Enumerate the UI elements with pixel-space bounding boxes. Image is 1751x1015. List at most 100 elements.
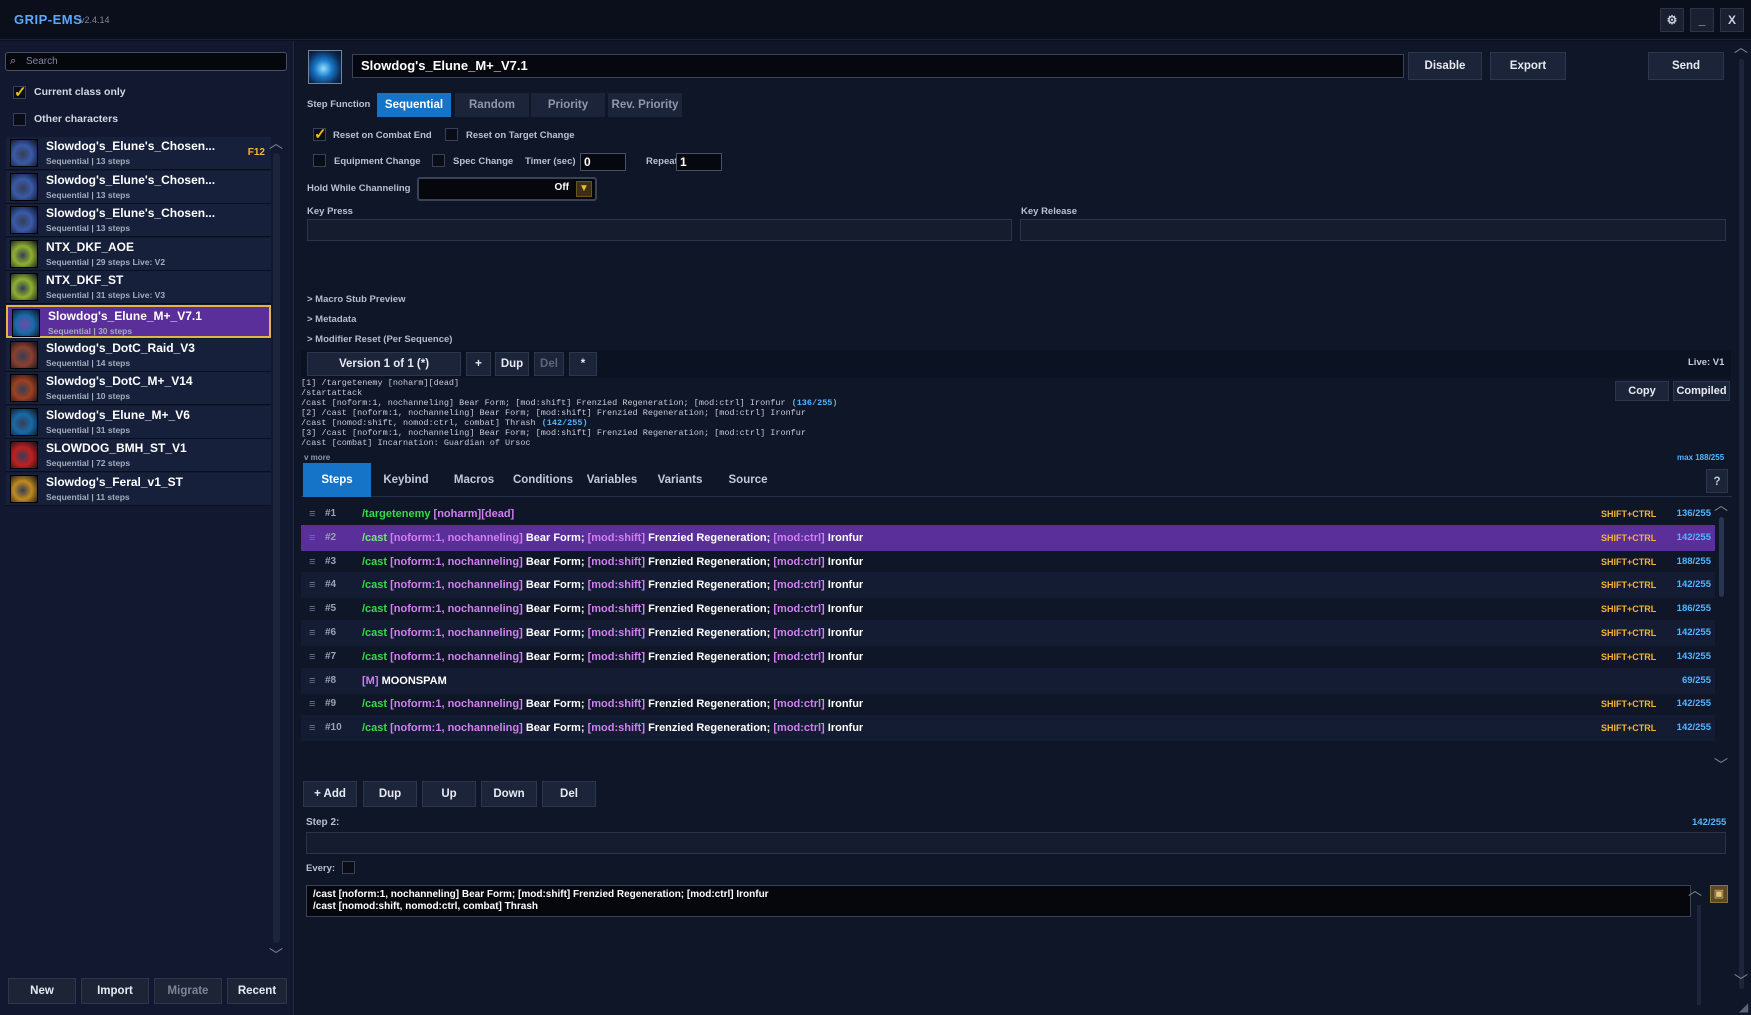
- metadata-expander[interactable]: > Metadata: [307, 314, 356, 325]
- copy-button[interactable]: Copy: [1615, 381, 1669, 401]
- key-press-input[interactable]: [307, 219, 1012, 241]
- chevron-up-icon[interactable]: ︿: [1734, 37, 1748, 57]
- drag-handle-icon[interactable]: ≡: [309, 691, 315, 717]
- search-box[interactable]: ⌕: [5, 52, 287, 71]
- sequence-item[interactable]: Slowdog's_Elune's_Chosen... Sequential | …: [6, 137, 271, 170]
- settings-button[interactable]: ⚙: [1660, 8, 1684, 32]
- step-macro-editor[interactable]: /cast [noform:1, nochanneling] Bear Form…: [306, 885, 1691, 917]
- dup-step-button[interactable]: Dup: [363, 781, 417, 807]
- scrollbar-track[interactable]: [273, 153, 280, 943]
- repeat-input[interactable]: 1: [676, 153, 722, 171]
- drag-handle-icon[interactable]: ≡: [309, 525, 315, 551]
- migrate-button[interactable]: Migrate: [154, 978, 222, 1004]
- sequence-item[interactable]: NTX_DKF_AOE Sequential | 29 steps Live: V…: [6, 237, 271, 271]
- step-row[interactable]: ≡ #5/cast [noform:1, nochanneling] Bear F…: [301, 596, 1715, 622]
- sequence-item[interactable]: SLOWDOG_BMH_ST_V1 Sequential | 72 steps: [6, 439, 271, 473]
- more-toggle[interactable]: v more: [304, 453, 330, 462]
- drag-handle-icon[interactable]: ≡: [309, 572, 315, 598]
- step-row[interactable]: ≡ #3/cast [noform:1, nochanneling] Bear F…: [301, 549, 1715, 575]
- dup-version-button[interactable]: Dup: [495, 352, 529, 376]
- drag-handle-icon[interactable]: ≡: [309, 715, 315, 741]
- chevron-down-icon[interactable]: ﹀: [1734, 971, 1748, 991]
- scrollbar-track[interactable]: [1739, 59, 1744, 989]
- step-name-input[interactable]: [306, 832, 1726, 854]
- drag-handle-icon[interactable]: ≡: [309, 501, 315, 527]
- sequence-item[interactable]: NTX_DKF_ST Sequential | 31 steps Live: V3: [6, 271, 271, 305]
- recent-button[interactable]: Recent: [227, 978, 287, 1004]
- chevron-down-icon[interactable]: ▼: [576, 181, 592, 197]
- drag-handle-icon[interactable]: ≡: [309, 620, 315, 646]
- add-step-button[interactable]: + Add: [303, 781, 357, 807]
- current-class-only-checkbox[interactable]: [13, 83, 27, 101]
- macro-icon-picker-icon[interactable]: ▣: [1710, 885, 1728, 903]
- scrollbar-thumb[interactable]: [1719, 517, 1724, 597]
- sidebar-scrollbar[interactable]: ︿ ﹀: [269, 135, 283, 963]
- sequence-item[interactable]: Slowdog's_Elune's_Chosen... Sequential | …: [6, 170, 271, 204]
- key-release-input[interactable]: [1020, 219, 1726, 241]
- version-selector[interactable]: Version 1 of 1 (*): [307, 352, 461, 376]
- editor-scrollbar-track[interactable]: [1697, 905, 1701, 1005]
- chevron-up-icon[interactable]: ︿: [269, 133, 283, 153]
- step-function-priority[interactable]: Priority: [531, 93, 605, 117]
- add-version-button[interactable]: +: [466, 352, 491, 376]
- disable-button[interactable]: Disable: [1408, 52, 1482, 80]
- step-function-random[interactable]: Random: [455, 93, 529, 117]
- sequence-name-input[interactable]: Slowdog's_Elune_M+_V7.1: [352, 54, 1404, 78]
- compiled-button[interactable]: Compiled: [1673, 381, 1730, 401]
- chevron-down-icon[interactable]: ﹀: [1714, 755, 1728, 775]
- step-row[interactable]: ≡ #1/targetenemy [noharm][dead] SHIFT+CTRL…: [301, 501, 1715, 527]
- tab-macros[interactable]: Macros: [441, 463, 507, 497]
- chevron-up-icon[interactable]: ︿: [1714, 495, 1728, 515]
- export-button[interactable]: Export: [1490, 52, 1566, 80]
- close-button[interactable]: X: [1720, 8, 1744, 32]
- every-checkbox[interactable]: [342, 861, 355, 874]
- search-input[interactable]: [26, 54, 281, 69]
- drag-handle-icon[interactable]: ≡: [309, 596, 315, 622]
- sequence-item[interactable]: Slowdog's_Elune_M+_V7.1 Sequential | 30 s…: [6, 305, 271, 338]
- sequence-item[interactable]: Slowdog's_Feral_v1_ST Sequential | 11 ste…: [6, 473, 271, 506]
- step-function-rev-priority[interactable]: Rev. Priority: [608, 93, 682, 117]
- new-button[interactable]: New: [8, 978, 76, 1004]
- step-function-sequential[interactable]: Sequential: [377, 93, 451, 117]
- sequence-item[interactable]: Slowdog's_DotC_M+_V14 Sequential | 10 ste…: [6, 372, 271, 406]
- chevron-up-icon[interactable]: ︿: [1688, 880, 1702, 900]
- sequence-icon[interactable]: [308, 50, 342, 84]
- reset-on-combat-end-checkbox[interactable]: [313, 125, 327, 143]
- sequence-item[interactable]: Slowdog's_DotC_Raid_V3 Sequential | 14 st…: [6, 338, 271, 372]
- resize-grip-icon[interactable]: ◢: [1739, 1000, 1748, 1014]
- step-row[interactable]: ≡ #9/cast [noform:1, nochanneling] Bear F…: [301, 691, 1715, 717]
- drag-handle-icon[interactable]: ≡: [309, 644, 315, 670]
- help-button[interactable]: ?: [1706, 469, 1728, 493]
- spec-change-checkbox[interactable]: [432, 154, 445, 167]
- reset-on-target-change-checkbox[interactable]: [445, 128, 458, 141]
- up-step-button[interactable]: Up: [422, 781, 476, 807]
- tab-variants[interactable]: Variants: [647, 463, 713, 497]
- step-row[interactable]: ≡ #4/cast [noform:1, nochanneling] Bear F…: [301, 572, 1715, 599]
- del-step-button[interactable]: Del: [542, 781, 596, 807]
- import-button[interactable]: Import: [81, 978, 149, 1004]
- step-row[interactable]: ≡ #7/cast [noform:1, nochanneling] Bear F…: [301, 644, 1715, 670]
- hold-while-channeling-dropdown[interactable]: Off ▼: [417, 177, 597, 201]
- send-button[interactable]: Send: [1648, 52, 1724, 80]
- step-row[interactable]: ≡ #10/cast [noform:1, nochanneling] Bear …: [301, 715, 1715, 742]
- drag-handle-icon[interactable]: ≡: [309, 549, 315, 575]
- macro-stub-preview-expander[interactable]: > Macro Stub Preview: [307, 294, 405, 305]
- other-characters-checkbox[interactable]: [13, 113, 26, 126]
- steps-scrollbar[interactable]: ︿ ﹀: [1714, 497, 1728, 775]
- star-version-button[interactable]: *: [569, 352, 597, 376]
- tab-conditions[interactable]: Conditions: [509, 463, 577, 497]
- tab-keybind[interactable]: Keybind: [373, 463, 439, 497]
- timer-input[interactable]: 0: [580, 153, 626, 171]
- minimize-button[interactable]: _: [1690, 8, 1714, 32]
- step-row[interactable]: ≡ #8 [M] MOONSPAM 69/255: [301, 667, 1715, 694]
- modifier-reset-expander[interactable]: > Modifier Reset (Per Sequence): [307, 334, 452, 345]
- down-step-button[interactable]: Down: [481, 781, 537, 807]
- drag-handle-icon[interactable]: ≡: [309, 668, 315, 694]
- sequence-item[interactable]: Slowdog's_Elune_M+_V6 Sequential | 31 ste…: [6, 405, 271, 439]
- step-row[interactable]: ≡ #2/cast [noform:1, nochanneling] Bear F…: [301, 524, 1715, 551]
- tab-variables[interactable]: Variables: [579, 463, 645, 497]
- step-row[interactable]: ≡ #6/cast [noform:1, nochanneling] Bear F…: [301, 620, 1715, 646]
- main-scrollbar[interactable]: ︿ ﹀: [1734, 39, 1749, 1011]
- sequence-item[interactable]: Slowdog's_Elune's_Chosen... Sequential | …: [6, 204, 271, 238]
- tab-source[interactable]: Source: [715, 463, 781, 497]
